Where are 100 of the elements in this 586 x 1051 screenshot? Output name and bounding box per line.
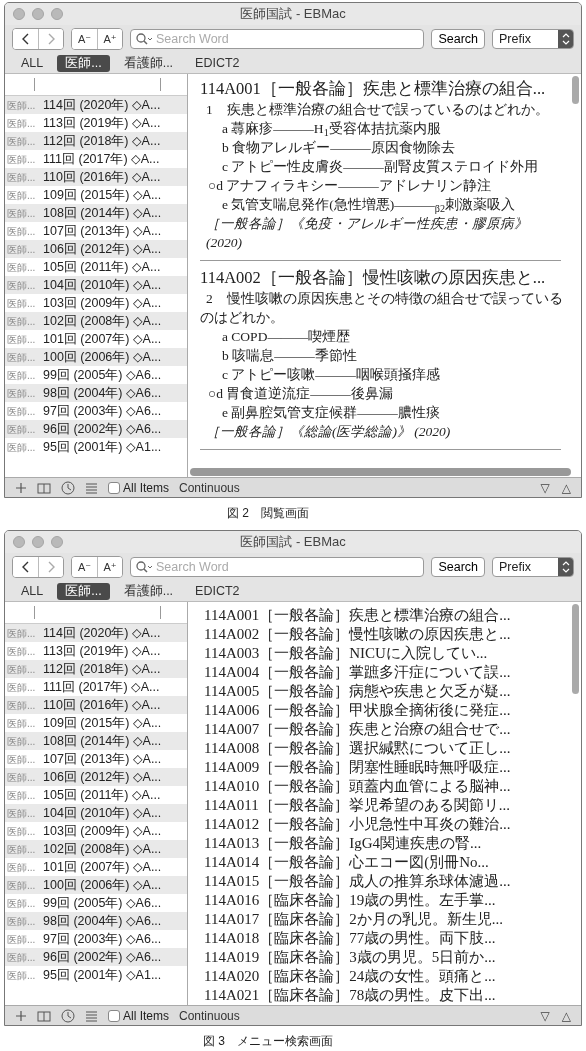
- result-item[interactable]: 114A021［臨床各論］78歳の男性。皮下出...: [200, 986, 567, 1005]
- exam-list-item[interactable]: 113回 (2019年) ◇A...: [43, 641, 161, 661]
- result-item[interactable]: 114A017［臨床各論］2か月の乳児。新生児...: [200, 910, 567, 929]
- all-items-checkbox[interactable]: All Items: [108, 478, 169, 497]
- next-button[interactable]: △: [561, 1006, 571, 1025]
- close-button[interactable]: [13, 8, 25, 20]
- clock-icon[interactable]: [61, 480, 75, 495]
- minimize-button[interactable]: [32, 8, 44, 20]
- result-item[interactable]: 114A012［一般各論］小児急性中耳炎の難治...: [200, 815, 567, 834]
- all-items-checkbox[interactable]: All Items: [108, 1006, 169, 1025]
- result-item[interactable]: 114A011［一般各論］挙児希望のある関節リ...: [200, 796, 567, 815]
- close-button[interactable]: [13, 536, 25, 548]
- exam-list-item[interactable]: 106回 (2012年) ◇A...: [43, 239, 162, 259]
- search-button[interactable]: Search: [431, 557, 485, 577]
- zoom-button[interactable]: [51, 8, 63, 20]
- exam-list-item[interactable]: 109回 (2015年) ◇A...: [43, 713, 162, 733]
- book-icon[interactable]: [37, 1009, 51, 1022]
- dictionary-tab[interactable]: ALL: [13, 54, 52, 72]
- result-item[interactable]: 114A010［一般各論］頭蓋内血管による脳神...: [200, 777, 567, 796]
- exam-list-item[interactable]: 102回 (2008年) ◇A...: [43, 839, 162, 859]
- exam-list-item[interactable]: 105回 (2011年) ◇A...: [43, 257, 161, 277]
- plus-icon[interactable]: [15, 481, 27, 494]
- exam-list-item[interactable]: 95回 (2001年) ◇A1...: [43, 437, 162, 457]
- exam-list-item[interactable]: 98回 (2004年) ◇A6...: [43, 383, 162, 403]
- exam-list-item[interactable]: 101回 (2007年) ◇A...: [43, 329, 162, 349]
- result-item[interactable]: 114A005［一般各論］病態や疾患と欠乏が疑...: [200, 682, 567, 701]
- exam-list-item[interactable]: 102回 (2008年) ◇A...: [43, 311, 162, 331]
- next-button[interactable]: △: [561, 478, 571, 497]
- mode-select[interactable]: Prefix: [492, 557, 574, 577]
- exam-list-item[interactable]: 105回 (2011年) ◇A...: [43, 785, 161, 805]
- dictionary-tab[interactable]: EDICT2: [187, 54, 248, 72]
- exam-list-item[interactable]: 104回 (2010年) ◇A...: [43, 275, 162, 295]
- exam-list-item[interactable]: 97回 (2003年) ◇A6...: [43, 401, 162, 421]
- exam-list-item[interactable]: 113回 (2019年) ◇A...: [43, 113, 161, 133]
- exam-list-item[interactable]: 106回 (2012年) ◇A...: [43, 767, 162, 787]
- exam-list-item[interactable]: 103回 (2009年) ◇A...: [43, 293, 162, 313]
- zoom-button[interactable]: [51, 536, 63, 548]
- previous-button[interactable]: ▽: [540, 478, 550, 497]
- exam-list-item[interactable]: 110回 (2016年) ◇A...: [43, 167, 161, 187]
- scrollbar-thumb[interactable]: [572, 604, 579, 694]
- exam-list-item[interactable]: 112回 (2018年) ◇A...: [43, 659, 161, 679]
- view-mode-label[interactable]: Continuous: [179, 478, 240, 497]
- result-item[interactable]: 114A016［臨床各論］19歳の男性。左手掌...: [200, 891, 567, 910]
- result-item[interactable]: 114A002［一般各論］慢性咳嗽の原因疾患と...: [200, 625, 567, 644]
- exam-list-item[interactable]: 111回 (2017年) ◇A...: [43, 149, 160, 169]
- dictionary-tab[interactable]: 看護師...: [115, 582, 182, 600]
- scrollbar-thumb[interactable]: [190, 468, 571, 476]
- exam-list-item[interactable]: 97回 (2003年) ◇A6...: [43, 929, 162, 949]
- result-item[interactable]: 114A004［一般各論］掌蹠多汗症について誤...: [200, 663, 567, 682]
- result-item[interactable]: 114A014［一般各論］心エコー図(別冊No...: [200, 853, 567, 872]
- font-larger-button[interactable]: A⁺: [97, 29, 122, 49]
- exam-list-item[interactable]: 107回 (2013年) ◇A...: [43, 749, 162, 769]
- exam-list-item[interactable]: 114回 (2020年) ◇A...: [43, 95, 161, 115]
- plus-icon[interactable]: [15, 1009, 27, 1022]
- exam-list-item[interactable]: 95回 (2001年) ◇A1...: [43, 965, 162, 985]
- dictionary-tab[interactable]: ALL: [13, 582, 52, 600]
- previous-button[interactable]: ▽: [540, 1006, 550, 1025]
- dictionary-tab[interactable]: 医師...: [57, 54, 110, 72]
- result-item[interactable]: 114A003［一般各論］NICUに入院してい...: [200, 644, 567, 663]
- dictionary-tab[interactable]: EDICT2: [187, 582, 248, 600]
- exam-list-item[interactable]: 99回 (2005年) ◇A6...: [43, 365, 162, 385]
- minimize-button[interactable]: [32, 536, 44, 548]
- result-item[interactable]: 114A009［一般各論］閉塞性睡眠時無呼吸症...: [200, 758, 567, 777]
- result-item[interactable]: 114A008［一般各論］選択緘黙について正し...: [200, 739, 567, 758]
- view-mode-label[interactable]: Continuous: [179, 1006, 240, 1025]
- list-icon[interactable]: [85, 1009, 98, 1022]
- exam-list-item[interactable]: 101回 (2007年) ◇A...: [43, 857, 162, 877]
- result-item[interactable]: 114A001［一般各論］疾患と標準治療の組合...: [200, 606, 567, 625]
- scrollbar-thumb[interactable]: [572, 76, 579, 104]
- exam-list-item[interactable]: 110回 (2016年) ◇A...: [43, 695, 161, 715]
- exam-list-item[interactable]: 108回 (2014年) ◇A...: [43, 731, 162, 751]
- mode-select[interactable]: Prefix: [492, 29, 574, 49]
- result-item[interactable]: 114A015［一般各論］成人の推算糸球体濾過...: [200, 872, 567, 891]
- exam-list-item[interactable]: 104回 (2010年) ◇A...: [43, 803, 162, 823]
- dictionary-tab[interactable]: 医師...: [57, 582, 110, 600]
- exam-list-item[interactable]: 111回 (2017年) ◇A...: [43, 677, 160, 697]
- exam-list-item[interactable]: 96回 (2002年) ◇A6...: [43, 419, 162, 439]
- book-icon[interactable]: [37, 481, 51, 494]
- exam-list-item[interactable]: 100回 (2006年) ◇A...: [43, 875, 162, 895]
- exam-list-item[interactable]: 103回 (2009年) ◇A...: [43, 821, 162, 841]
- list-icon[interactable]: [85, 481, 98, 494]
- exam-list-item[interactable]: 107回 (2013年) ◇A...: [43, 221, 162, 241]
- result-item[interactable]: 114A018［臨床各論］77歳の男性。両下肢...: [200, 929, 567, 948]
- result-item[interactable]: 114A007［一般各論］疾患と治療の組合せで...: [200, 720, 567, 739]
- exam-list-item[interactable]: 98回 (2004年) ◇A6...: [43, 911, 162, 931]
- search-button[interactable]: Search: [431, 29, 485, 49]
- result-item[interactable]: 114A013［一般各論］IgG4関連疾患の腎...: [200, 834, 567, 853]
- exam-list-item[interactable]: 96回 (2002年) ◇A6...: [43, 947, 162, 967]
- result-item[interactable]: 114A020［臨床各論］24歳の女性。頭痛と...: [200, 967, 567, 986]
- exam-list-item[interactable]: 100回 (2006年) ◇A...: [43, 347, 162, 367]
- exam-list-item[interactable]: 109回 (2015年) ◇A...: [43, 185, 162, 205]
- result-item[interactable]: 114A019［臨床各論］3歳の男児。5日前か...: [200, 948, 567, 967]
- result-item[interactable]: 114A006［一般各論］甲状腺全摘術後に発症...: [200, 701, 567, 720]
- exam-list-item[interactable]: 114回 (2020年) ◇A...: [43, 623, 161, 643]
- dictionary-tab[interactable]: 看護師...: [115, 54, 182, 72]
- clock-icon[interactable]: [61, 1008, 75, 1023]
- font-larger-button[interactable]: A⁺: [97, 557, 122, 577]
- exam-list-item[interactable]: 99回 (2005年) ◇A6...: [43, 893, 162, 913]
- exam-list-item[interactable]: 112回 (2018年) ◇A...: [43, 131, 161, 151]
- exam-list-item[interactable]: 108回 (2014年) ◇A...: [43, 203, 162, 223]
